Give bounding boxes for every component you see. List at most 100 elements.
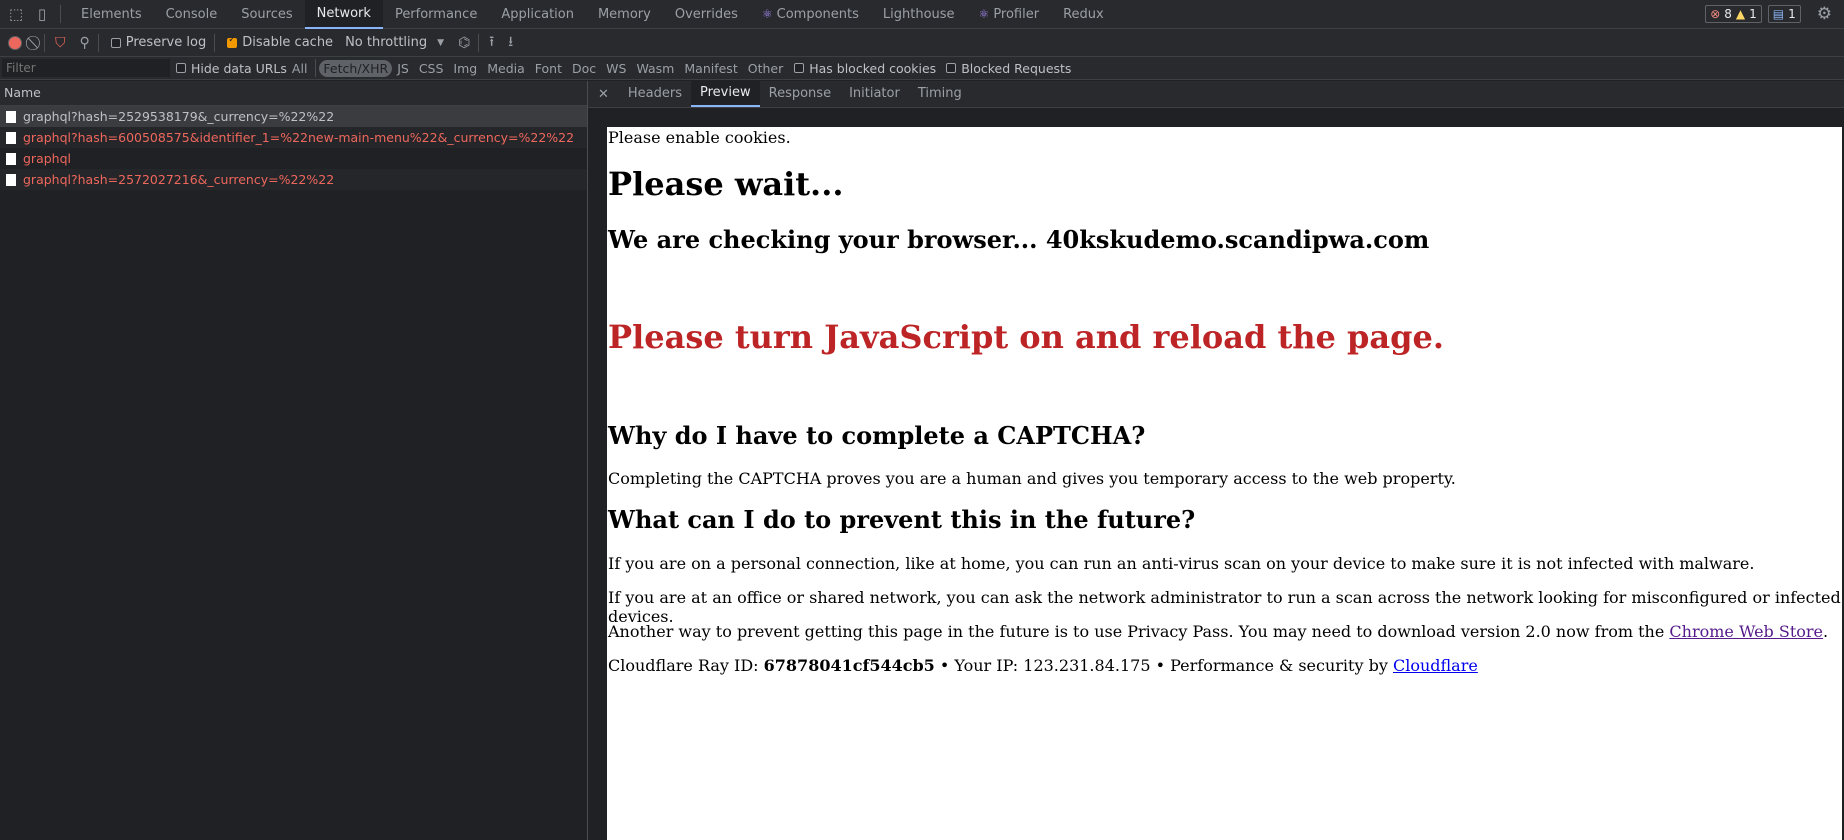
privacy-pass-text: Another way to prevent getting this page…	[608, 622, 1670, 641]
ray-id: 67878041cf544cb5	[763, 656, 935, 675]
document-icon	[6, 152, 16, 165]
divider	[44, 33, 45, 52]
tab-response[interactable]: Response	[760, 81, 840, 107]
cloudflare-footer: Cloudflare Ray ID: 67878041cf544cb5 • Yo…	[608, 656, 1478, 675]
filter-icon[interactable]: ⛉	[55, 35, 66, 51]
tab-performance[interactable]: Performance	[383, 0, 489, 29]
tab-initiator[interactable]: Initiator	[840, 81, 909, 107]
tab-memory[interactable]: Memory	[586, 0, 663, 29]
warning-icon: ▲	[1735, 7, 1746, 21]
tab-preview[interactable]: Preview	[691, 81, 760, 107]
ray-prefix: Cloudflare Ray ID:	[608, 656, 764, 675]
tab-redux[interactable]: Redux	[1051, 0, 1116, 29]
request-name: graphql?hash=2572027216&_currency=%22%22	[23, 172, 335, 187]
tab-components[interactable]: ⚛ Components	[750, 0, 871, 29]
filter-input[interactable]	[2, 59, 170, 77]
network-conditions-icon[interactable]: ⌬	[458, 35, 470, 51]
detail-tab-bar: ✕ Headers Preview Response Initiator Tim…	[588, 81, 1844, 108]
tab-sources[interactable]: Sources	[229, 0, 304, 29]
prevent-paragraph-1: If you are on a personal connection, lik…	[608, 554, 1755, 573]
document-icon	[6, 131, 16, 144]
javascript-warning: Please turn JavaScript on and reload the…	[608, 318, 1445, 356]
inspect-element-icon[interactable]: ⬚	[6, 4, 26, 24]
filter-type-font[interactable]: Font	[530, 61, 567, 76]
prevent-paragraph-3: Another way to prevent getting this page…	[608, 622, 1828, 641]
messages-count: 1	[1788, 7, 1796, 21]
messages-counter[interactable]: ▤ 1	[1767, 5, 1801, 23]
issues-counter[interactable]: ⊗ 8 ▲ 1	[1705, 5, 1762, 23]
react-icon: ⚛	[978, 6, 990, 21]
name-column-header[interactable]: Name	[0, 81, 587, 106]
settings-gear-icon[interactable]: ⚙	[1817, 4, 1832, 24]
ray-details: • Your IP: 123.231.84.175 • Performance …	[934, 656, 1393, 675]
network-toolbar: ⃠ ⛉ ⚲ Preserve log Disable cache No thro…	[0, 29, 1844, 57]
record-button[interactable]	[8, 35, 22, 50]
checkbox-box	[794, 63, 805, 73]
tab-console[interactable]: Console	[154, 0, 230, 29]
devtools-tab-bar: ⬚ ▯ Elements Console Sources Network Per…	[0, 0, 1844, 29]
filter-type-all[interactable]: All	[287, 61, 313, 76]
has-blocked-cookies-checkbox[interactable]: Has blocked cookies	[794, 61, 936, 76]
why-captcha-text: Completing the CAPTCHA proves you are a …	[608, 469, 1456, 488]
response-preview: Please enable cookies. Please wait... We…	[607, 127, 1842, 840]
blocked-requests-label: Blocked Requests	[961, 60, 1072, 76]
cloudflare-link[interactable]: Cloudflare	[1393, 656, 1478, 675]
filter-type-manifest[interactable]: Manifest	[679, 61, 742, 76]
close-icon[interactable]: ✕	[598, 87, 609, 102]
request-name: graphql?hash=600508575&identifier_1=%22n…	[23, 130, 575, 145]
filter-type-fetch-xhr[interactable]: Fetch/XHR	[319, 59, 393, 77]
divider	[315, 59, 317, 77]
warnings-count: 1	[1749, 7, 1757, 21]
tab-application[interactable]: Application	[489, 0, 586, 29]
tab-profiler[interactable]: ⚛ Profiler	[967, 0, 1052, 29]
tab-elements[interactable]: Elements	[69, 0, 154, 29]
hide-data-urls-label: Hide data URLs	[191, 60, 287, 76]
cookies-notice: Please enable cookies.	[608, 128, 791, 147]
request-row[interactable]: graphql	[0, 148, 587, 169]
has-blocked-cookies-label: Has blocked cookies	[809, 60, 937, 76]
tab-lighthouse[interactable]: Lighthouse	[871, 0, 967, 29]
search-icon[interactable]: ⚲	[80, 35, 90, 51]
period: .	[1823, 622, 1829, 641]
disable-cache-label: Disable cache	[242, 35, 334, 50]
tab-profiler-label: Profiler	[993, 6, 1040, 22]
request-row[interactable]: graphql?hash=600508575&identifier_1=%22n…	[0, 127, 587, 148]
request-row[interactable]: graphql?hash=2529538179&_currency=%22%22	[0, 106, 587, 127]
tab-network[interactable]: Network	[304, 0, 383, 29]
filter-type-css[interactable]: CSS	[414, 61, 449, 76]
export-har-icon[interactable]: ⭳	[508, 31, 513, 55]
document-icon	[6, 173, 16, 186]
throttling-select[interactable]: No throttling ▼	[345, 35, 444, 50]
errors-count: 8	[1724, 7, 1732, 21]
filter-type-img[interactable]: Img	[448, 61, 482, 76]
request-name: graphql	[23, 151, 71, 166]
checkbox-box	[946, 63, 957, 73]
preserve-log-checkbox[interactable]: Preserve log	[110, 35, 206, 50]
tab-headers[interactable]: Headers	[619, 81, 691, 107]
document-icon	[6, 110, 16, 123]
tab-overrides[interactable]: Overrides	[663, 0, 750, 29]
filter-type-ws[interactable]: WS	[601, 61, 631, 76]
please-wait-heading: Please wait...	[608, 165, 844, 203]
filter-type-media[interactable]: Media	[482, 61, 530, 76]
error-icon: ⊗	[1710, 7, 1721, 21]
request-row[interactable]: graphql?hash=2572027216&_currency=%22%22	[0, 169, 587, 190]
divider	[214, 33, 216, 52]
import-har-icon[interactable]: ⭱	[489, 31, 494, 55]
filter-type-js[interactable]: JS	[392, 61, 414, 76]
react-icon: ⚛	[761, 6, 773, 21]
blocked-requests-checkbox[interactable]: Blocked Requests	[946, 61, 1071, 76]
chrome-web-store-link[interactable]: Chrome Web Store	[1669, 622, 1823, 641]
filter-type-wasm[interactable]: Wasm	[631, 61, 679, 76]
filter-type-other[interactable]: Other	[743, 61, 789, 76]
tab-timing[interactable]: Timing	[909, 81, 971, 107]
checkbox-box	[176, 63, 186, 73]
checkbox-box	[227, 35, 238, 48]
why-captcha-heading: Why do I have to complete a CAPTCHA?	[608, 421, 1146, 450]
disable-cache-checkbox[interactable]: Disable cache	[227, 35, 333, 50]
hide-data-urls-checkbox[interactable]: Hide data URLs	[176, 61, 287, 76]
device-toolbar-icon[interactable]: ▯	[32, 4, 52, 24]
prevent-paragraph-2: If you are at an office or shared networ…	[608, 588, 1841, 626]
filter-type-doc[interactable]: Doc	[567, 61, 601, 76]
tab-components-label: Components	[776, 6, 859, 22]
